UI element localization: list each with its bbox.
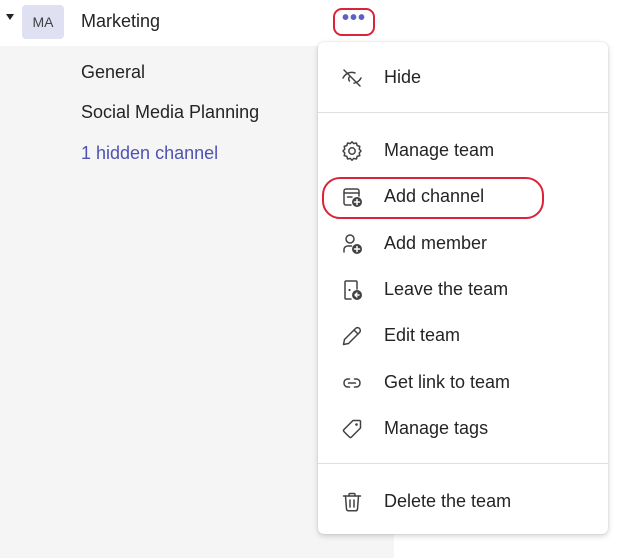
menu-item-label: Manage tags <box>384 418 489 438</box>
menu-item-label: Get link to team <box>384 372 511 392</box>
caret-down-icon[interactable] <box>6 14 14 20</box>
menu-item-add-member[interactable]: Add member <box>318 222 608 266</box>
link-icon <box>343 378 361 388</box>
add-person-icon <box>343 234 362 254</box>
menu-item-label: Edit team <box>384 325 461 345</box>
team-name[interactable]: Marketing <box>81 11 160 32</box>
menu-item-add-channel[interactable]: Add channel <box>318 175 608 219</box>
menu-item-label: Add member <box>384 233 488 253</box>
menu-item-manage-tags[interactable]: Manage tags <box>318 407 608 451</box>
menu-item-manage-team[interactable]: Manage team <box>318 129 608 173</box>
menu-divider <box>318 463 608 464</box>
menu-item-label: Hide <box>384 67 422 87</box>
gear-icon <box>342 141 362 161</box>
menu-item-hide[interactable]: Hide <box>318 56 608 100</box>
menu-item-leave-team[interactable]: Leave the team <box>318 268 608 312</box>
menu-item-get-link[interactable]: Get link to team <box>318 361 608 405</box>
menu-divider <box>318 112 608 113</box>
leave-door-icon <box>344 280 362 300</box>
menu-item-delete-team[interactable]: Delete the team <box>318 480 608 524</box>
team-avatar: MA <box>22 5 64 39</box>
menu-item-edit-team[interactable]: Edit team <box>318 314 608 358</box>
channel-social-media-planning[interactable]: Social Media Planning <box>81 102 259 123</box>
team-options-menu: Hide Manage team Add channel Add member <box>318 42 608 534</box>
trash-icon <box>342 492 362 512</box>
hidden-channels-link[interactable]: 1 hidden channel <box>81 143 218 164</box>
eye-off-icon <box>342 69 362 87</box>
menu-item-label: Leave the team <box>384 279 509 299</box>
pencil-icon <box>342 326 362 346</box>
menu-item-label: Manage team <box>384 140 495 160</box>
menu-item-label: Add channel <box>384 186 485 206</box>
menu-item-label: Delete the team <box>384 491 512 511</box>
more-options-button[interactable]: ••• <box>333 8 375 36</box>
tag-icon <box>342 419 362 439</box>
add-channel-icon <box>343 188 362 207</box>
team-row-marketing[interactable]: MA Marketing ••• <box>0 0 394 46</box>
channel-general[interactable]: General <box>81 62 145 83</box>
